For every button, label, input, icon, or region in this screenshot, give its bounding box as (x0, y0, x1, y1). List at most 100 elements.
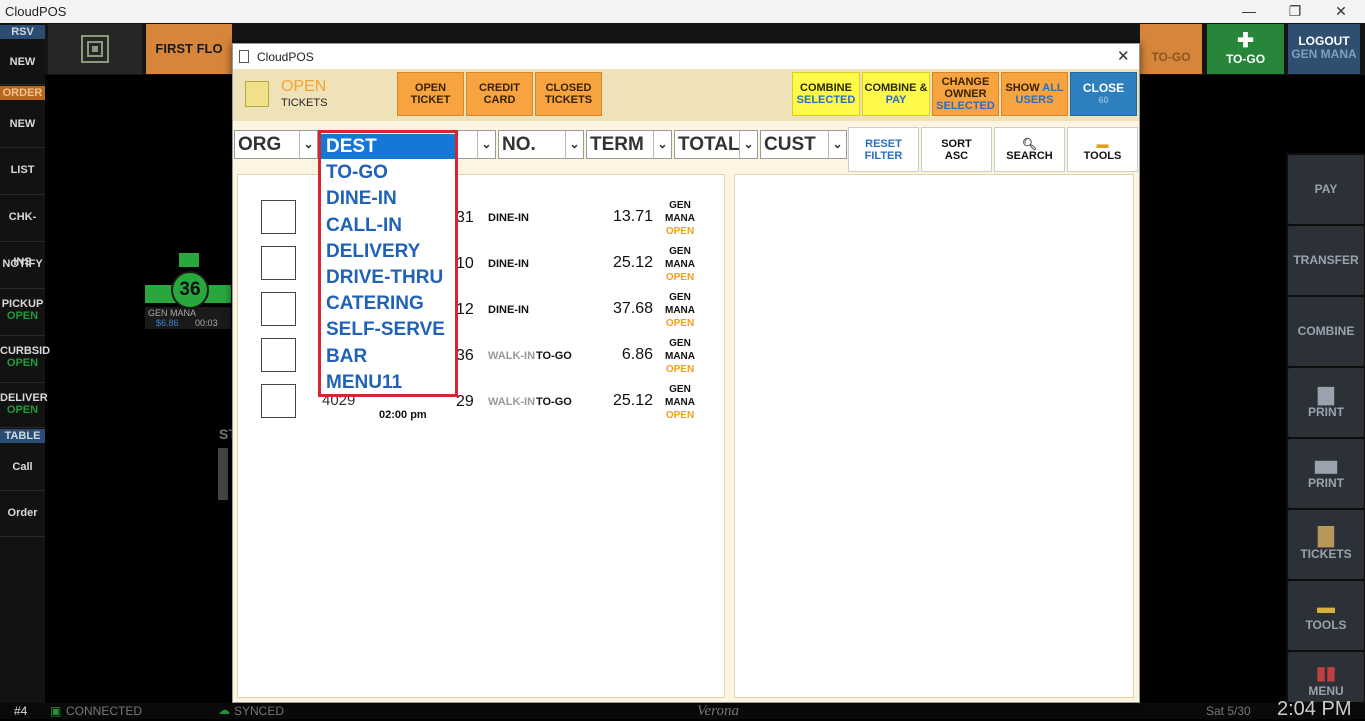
logo-button[interactable] (48, 24, 142, 74)
call-button[interactable]: Call (0, 445, 45, 491)
ticket-row[interactable]: 36 WALK-IN TO-GO 6.86 GEN MANA OPEN (238, 337, 726, 383)
checkins-button[interactable]: CHK-INS (0, 195, 45, 268)
ticket-checkbox[interactable] (261, 246, 296, 280)
ticket-total: 6.86 (621, 346, 653, 363)
ticket-row[interactable]: 4029 02:00 pm 29 WALK-IN TO-GO 25.12 GEN MANA… (238, 383, 726, 429)
total-filter[interactable]: TOTAL ⌄ (674, 130, 758, 159)
dest-option[interactable]: SELF-SERVE (321, 317, 455, 342)
ticket-type: DINE-IN (488, 212, 529, 224)
connected-status: CONNECTED (66, 704, 143, 718)
org-filter[interactable]: ORG ⌄ (234, 130, 318, 159)
search-button[interactable]: 🔍︎ SEARCH (994, 127, 1065, 172)
combine-button[interactable]: COMBINE (1288, 297, 1364, 366)
printers-icon: ▆▆ (1315, 457, 1337, 473)
menu-label: MENU (1308, 684, 1344, 698)
number-filter[interactable]: NO. ⌄ (498, 130, 584, 159)
sort-asc-button[interactable]: SORT ASC (921, 127, 992, 172)
dest-option[interactable]: CATERING (321, 291, 455, 316)
reset-filter-button[interactable]: RESET FILTER (848, 127, 919, 172)
new-order-button[interactable]: NEW (0, 102, 45, 148)
pay-button[interactable]: PAY (1288, 155, 1364, 224)
minimize-button[interactable]: — (1226, 1, 1272, 22)
pickup-button[interactable]: PICKUP OPEN (0, 289, 45, 336)
dest-option[interactable]: DELIVERY (321, 239, 455, 264)
change-owner-button[interactable]: CHANGE OWNER SELECTED (932, 72, 999, 116)
tickets-button[interactable]: ▇ TICKETS (1288, 510, 1364, 579)
show-all-users-button[interactable]: SHOW ALL USERS (1001, 72, 1068, 116)
print-all-label: PRINT (1308, 476, 1344, 490)
combine-pay-button[interactable]: COMBINE & PAY (862, 72, 930, 116)
ticket-owner: GEN MANA OPEN (665, 384, 695, 421)
network-icon: ▣ (50, 704, 62, 718)
tools-button[interactable]: ▬ TOOLS (1288, 581, 1364, 650)
time-display: 2:04 PM (1277, 698, 1352, 720)
transfer-button[interactable]: TRANSFER (1288, 226, 1364, 295)
dest-option[interactable]: DRIVE-THRU (321, 265, 455, 290)
print-button[interactable]: ▆ PRINT (1288, 368, 1364, 437)
table-36-badge[interactable]: 36 GEN MANA $6.86 00:03 (145, 253, 231, 331)
pickup-label: PICKUP (1, 298, 44, 310)
logo-icon (81, 35, 109, 63)
dialog-title: CloudPOS (257, 50, 314, 64)
ticket-row[interactable]: 31 DINE-IN 13.71 GEN MANA OPEN (238, 199, 726, 245)
dest-option[interactable]: DEST (321, 134, 455, 159)
ticket-checkbox[interactable] (261, 338, 296, 372)
order-button[interactable]: Order (0, 491, 45, 537)
credit-card-button[interactable]: CREDIT CARD (466, 72, 533, 116)
togo-add-label: TO-GO (1225, 52, 1266, 66)
tickets-icon: ▇ (1318, 525, 1334, 547)
table-amount: $6.86 (156, 318, 179, 328)
logout-user: GEN MANA (1291, 47, 1357, 61)
tools-filter-button[interactable]: ▬ TOOLS (1067, 127, 1138, 172)
ticket-term: 29 (456, 393, 474, 410)
term-filter[interactable]: TERM ⌄ (586, 130, 672, 159)
ticket-time: 02:00 pm (379, 409, 427, 421)
dest-option[interactable]: DINE-IN (321, 186, 455, 211)
table-label: TABLE (0, 429, 45, 443)
toolbox-icon: ▬ (1317, 597, 1335, 617)
chevron-down-icon: ⌄ (739, 131, 757, 158)
cust-filter[interactable]: CUST ⌄ (760, 130, 847, 159)
combine-selected-button[interactable]: COMBINE SELECTED (792, 72, 860, 116)
dest-option[interactable]: MENU11 (321, 370, 455, 395)
dest-option[interactable]: CALL-IN (321, 213, 455, 238)
ticket-row[interactable]: 12 DINE-IN 37.68 GEN MANA OPEN (238, 291, 726, 337)
date-display: Sat 5/30 (1206, 704, 1251, 718)
dialog-titlebar: CloudPOS ✕ (233, 44, 1139, 69)
dest-option[interactable]: BAR (321, 344, 455, 369)
ticket-dest: WALK-IN (488, 350, 536, 362)
ticket-checkbox[interactable] (261, 384, 296, 418)
curbside-button[interactable]: CURBSID OPEN (0, 336, 50, 383)
ticket-term: 10 (456, 255, 474, 272)
window-close-button[interactable]: ✕ (1318, 1, 1364, 22)
open-ticket-button[interactable]: OPEN TICKET (397, 72, 464, 116)
chevron-down-icon: ⌄ (299, 131, 317, 158)
tickets-label: TICKETS (1300, 547, 1352, 561)
ticket-checkbox[interactable] (261, 200, 296, 234)
ticket-dest: WALK-IN (488, 396, 536, 408)
new-reservation-button[interactable]: NEW (0, 41, 45, 85)
togo-add-button[interactable]: ✚ TO-GO (1207, 24, 1284, 74)
dest-option[interactable]: TO-GO (321, 160, 455, 185)
terminal-id: #4 (14, 704, 28, 718)
notify-button[interactable]: NOTIFY (0, 242, 45, 289)
delivery-button[interactable]: DELIVER OPEN (0, 383, 48, 428)
chevron-down-icon: ⌄ (653, 131, 671, 158)
right-sidebar: PAY TRANSFER COMBINE ▆ PRINT ▆▆ PRINT ▇ … (1286, 153, 1365, 703)
first-floor-tab[interactable]: FIRST FLO (146, 24, 232, 74)
dialog-close-x[interactable]: ✕ (1117, 47, 1130, 65)
closed-tickets-button[interactable]: CLOSED TICKETS (535, 72, 602, 116)
logout-button[interactable]: LOGOUT GEN MANA (1288, 24, 1360, 74)
printer-icon: ▆ (1318, 383, 1334, 405)
list-button[interactable]: LIST (0, 148, 45, 195)
restore-button[interactable]: ❐ (1272, 1, 1318, 22)
ticket-type: TO-GO (536, 350, 572, 362)
menu-button[interactable]: ▮▮ MENU (1288, 652, 1364, 702)
dest-dropdown-list: DEST TO-GO DINE-IN CALL-IN DELIVERY DRIVE-THR… (318, 130, 458, 397)
togo-tab[interactable]: TO-GO (1140, 24, 1202, 74)
print-all-button[interactable]: ▆▆ PRINT (1288, 439, 1364, 508)
search-icon: 🔍︎ (1021, 136, 1038, 151)
close-dialog-button[interactable]: CLOSE 60 (1070, 72, 1137, 116)
ticket-checkbox[interactable] (261, 292, 296, 326)
ticket-row[interactable]: 10 DINE-IN 25.12 GEN MANA OPEN (238, 245, 726, 291)
